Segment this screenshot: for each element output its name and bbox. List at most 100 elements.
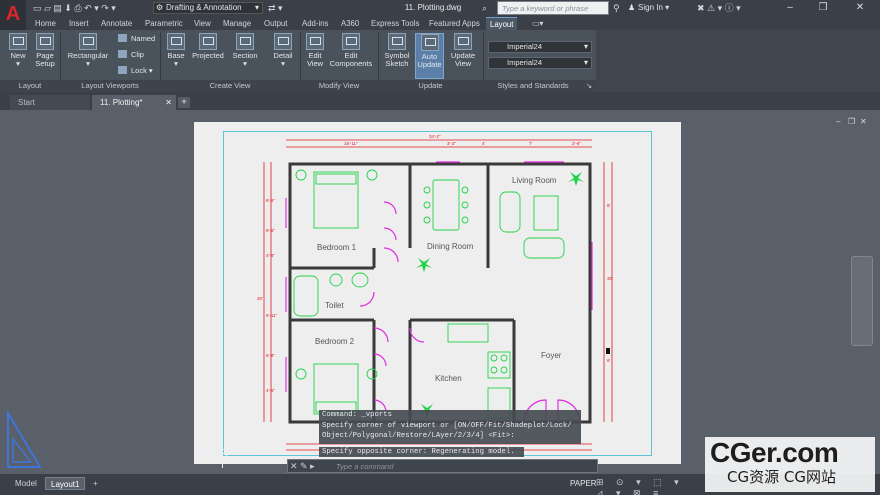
- exchange-icon[interactable]: ✖ ⚠ ▾ ⓘ ▾: [697, 2, 741, 14]
- base-view-icon: [167, 33, 185, 50]
- walls: [288, 162, 592, 424]
- auto-update-button[interactable]: Auto Update: [415, 33, 444, 79]
- user-icon: ♟: [628, 3, 636, 12]
- tab-plotting[interactable]: 11. Plotting* ✕: [92, 95, 176, 110]
- binoculars-icon[interactable]: ⌕: [482, 2, 487, 14]
- ribbon-options-icon[interactable]: ▭▾: [532, 17, 543, 30]
- rectangular-viewport-icon: [79, 33, 97, 50]
- panel-expand-icon[interactable]: ↘: [584, 80, 594, 92]
- rectangular-viewport-button[interactable]: Rectangular ▾: [64, 33, 112, 68]
- status-bar-icons[interactable]: ⊞ ⊙ ▾ ⬚ ▾ ⊿ ▾ ⊠ ≡: [596, 477, 700, 495]
- command-line-buttons[interactable]: ✕ ✎ ▸: [290, 461, 315, 472]
- section-view-icon: [236, 33, 254, 50]
- section-view-button[interactable]: Section ▾: [230, 33, 260, 68]
- detail-view-button[interactable]: Detail ▾: [270, 33, 296, 68]
- tab-output[interactable]: Output: [264, 17, 287, 30]
- tab-annotate[interactable]: Annotate: [101, 17, 132, 30]
- edit-components-icon: [342, 33, 360, 50]
- autocad-window: ▭ ▱ ▤ ⬇ ⎙ ↶ ▾ ↷ ▾ ⚙ Drafting & Annotation…: [0, 0, 880, 495]
- dim-top-overall: 34'-2": [429, 134, 441, 139]
- lock-viewport-button[interactable]: Lock ▾: [118, 66, 153, 76]
- edit-view-button[interactable]: Edit View: [303, 33, 327, 68]
- dim-top-4: 7': [529, 141, 533, 146]
- ucs-icon: [7, 411, 42, 468]
- floor-plan-viewport[interactable]: 34'-2" 16'-11" 3'-2" 4' 7' 2'-6" 30' 6'-…: [224, 132, 652, 456]
- detail-style-dropdown[interactable]: Imperial24: [488, 57, 592, 69]
- panel-label-create-view[interactable]: Create View: [160, 80, 300, 92]
- minimize-drawing-icon[interactable]: –: [836, 117, 846, 126]
- search-input[interactable]: Type a keyword or phrase: [497, 1, 609, 15]
- command-last-line: Specify opposite corner: Regenerating mo…: [319, 447, 524, 457]
- minimize-button[interactable]: –: [780, 1, 800, 15]
- update-view-button[interactable]: Update View: [448, 33, 478, 68]
- panel-label-layout-viewports: Layout Viewports: [81, 81, 139, 90]
- tab-view[interactable]: View: [194, 17, 211, 30]
- close-button[interactable]: ✕: [850, 1, 870, 15]
- restore-drawing-icon[interactable]: ❐: [848, 117, 858, 126]
- clip-icon: [118, 50, 127, 58]
- document-title: 11. Plotting.dwg: [404, 3, 462, 12]
- command-input[interactable]: Type a command: [336, 461, 393, 472]
- tab-home[interactable]: Home: [35, 17, 56, 30]
- label-kitchen: Kitchen: [435, 374, 462, 383]
- close-drawing-icon[interactable]: ✕: [860, 117, 870, 126]
- new-layout-icon: [9, 33, 27, 50]
- ribbon-empty-area: [596, 30, 880, 92]
- label-dining-room: Dining Room: [427, 242, 474, 251]
- workspace-dropdown[interactable]: ⚙ Drafting & Annotation ▾: [153, 2, 263, 14]
- crosshair-pickbox: [218, 449, 227, 458]
- tab-layout[interactable]: Layout: [486, 17, 518, 30]
- new-layout-button[interactable]: New ▾: [6, 33, 30, 68]
- clip-viewport-button[interactable]: Clip: [118, 50, 144, 60]
- tab-manage[interactable]: Manage: [223, 17, 251, 30]
- dim-right-overall: 30': [607, 276, 613, 281]
- dim-left-5: 6'-8": [266, 353, 275, 358]
- section-style-dropdown[interactable]: Imperial24: [488, 41, 592, 53]
- label-foyer: Foyer: [541, 351, 562, 360]
- search-icon[interactable]: ⚲: [613, 2, 620, 14]
- application-menu-button[interactable]: A: [0, 0, 26, 30]
- share-icon[interactable]: ⇄ ▾: [268, 2, 283, 14]
- panel-label-modify-view: Modify View: [318, 81, 360, 90]
- dim-left-6: 4'-6": [266, 388, 275, 393]
- tab-a360[interactable]: A360: [341, 17, 359, 30]
- sign-in-button[interactable]: ♟ Sign In ▾: [628, 2, 688, 14]
- panel-label-layout: Layout: [18, 81, 42, 90]
- tab-express-tools[interactable]: Express Tools: [371, 17, 419, 30]
- title-bar: ▭ ▱ ▤ ⬇ ⎙ ↶ ▾ ↷ ▾ ⚙ Drafting & Annotation…: [0, 0, 880, 17]
- projected-view-button[interactable]: Projected: [191, 33, 225, 60]
- tab-start[interactable]: Start: [10, 95, 90, 110]
- quick-access-toolbar[interactable]: ▭ ▱ ▤ ⬇ ⎙ ↶ ▾ ↷ ▾: [33, 2, 116, 14]
- tab-add-ins[interactable]: Add-ins: [302, 17, 328, 30]
- tab-model[interactable]: Model: [10, 477, 42, 490]
- tab-insert[interactable]: Insert: [69, 17, 89, 30]
- named-viewports-button[interactable]: Named: [118, 34, 155, 44]
- dim-left-2: 6'-6": [266, 228, 275, 233]
- maximize-button[interactable]: ❐: [813, 1, 833, 15]
- page-setup-icon: [36, 33, 54, 50]
- dim-left-overall: 30': [257, 296, 263, 301]
- auto-update-icon: [420, 34, 439, 51]
- named-icon: [118, 34, 127, 42]
- panel-label-styles[interactable]: Styles and Standards: [483, 80, 583, 92]
- panel-label-update: Update: [418, 81, 443, 90]
- tab-parametric[interactable]: Parametric: [145, 17, 183, 30]
- add-layout-button[interactable]: +: [88, 477, 103, 490]
- close-icon[interactable]: ✕: [165, 95, 172, 110]
- chevron-down-icon: ▾: [254, 3, 259, 12]
- gear-icon: ⚙: [156, 3, 164, 12]
- tab-featured-apps[interactable]: Featured Apps: [429, 17, 480, 30]
- new-tab-button[interactable]: +: [178, 97, 190, 108]
- edit-components-button[interactable]: Edit Components: [328, 33, 374, 68]
- paper-space-toggle[interactable]: PAPER: [570, 479, 597, 488]
- detail-view-icon: [274, 33, 292, 50]
- symbol-sketch-button[interactable]: Symbol Sketch: [381, 33, 413, 68]
- dim-left-3: 4'-6": [266, 253, 275, 258]
- base-view-button[interactable]: Base ▾: [164, 33, 188, 68]
- page-setup-button[interactable]: Page Setup: [32, 33, 58, 68]
- dim-left-4: 6'-11": [266, 313, 278, 318]
- command-history-line: Command: _vports: [322, 411, 393, 419]
- command-line[interactable]: ✕ ✎ ▸ Type a command: [287, 459, 598, 473]
- tab-layout1[interactable]: Layout1: [45, 477, 86, 490]
- navigation-bar[interactable]: [851, 256, 873, 346]
